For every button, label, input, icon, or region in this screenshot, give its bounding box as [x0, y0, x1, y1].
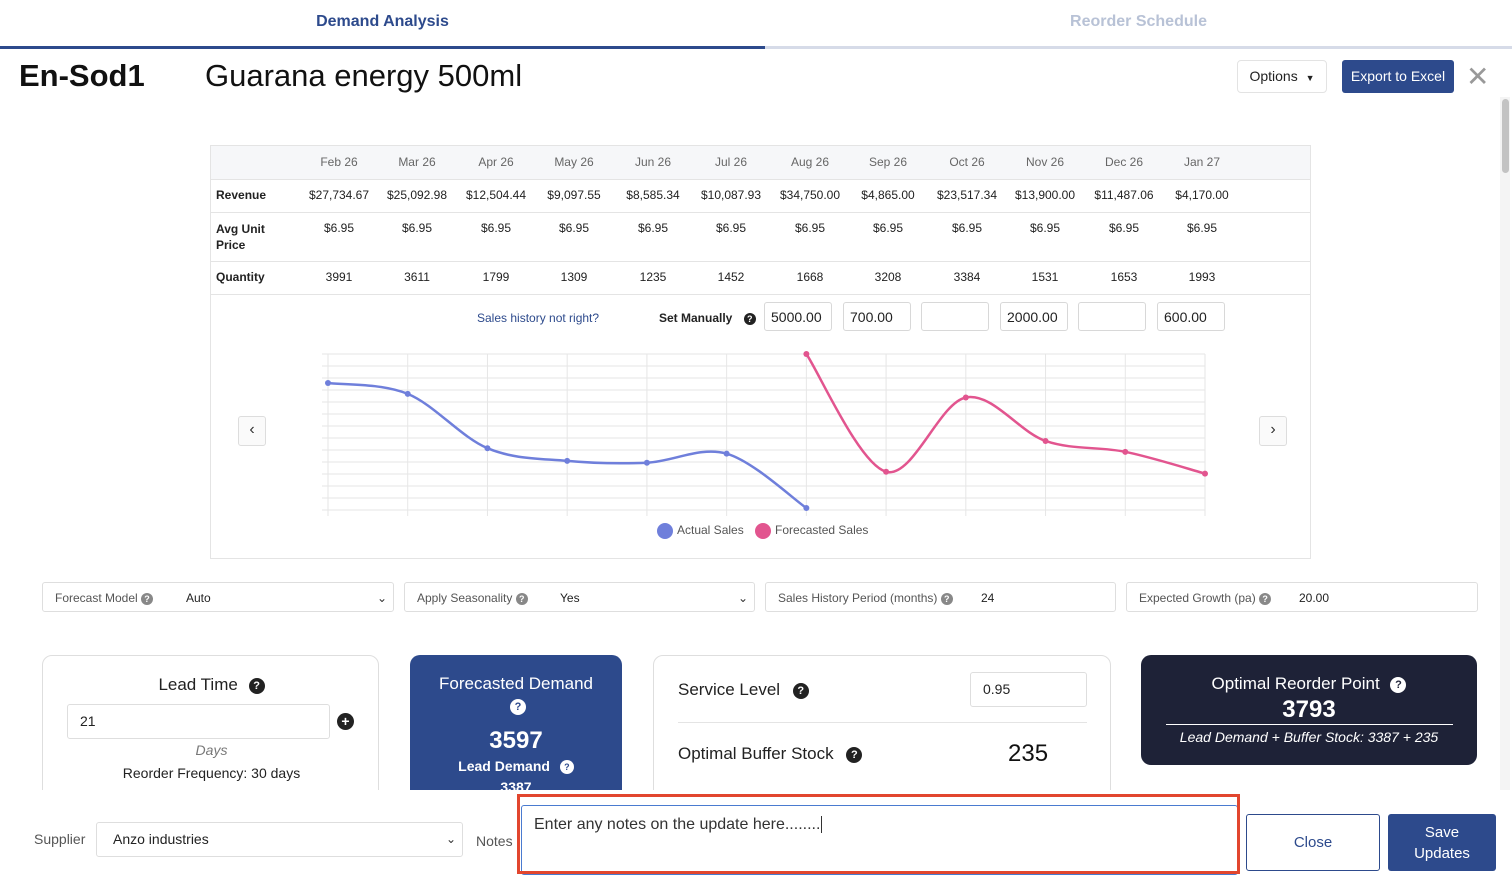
actual-sales-point	[803, 505, 810, 511]
forecasted-sales-point	[1042, 437, 1049, 444]
chart-grid	[322, 353, 1206, 516]
actual-sales-point	[404, 390, 411, 397]
save-updates-button[interactable]: Save Updates	[1388, 814, 1496, 871]
supplier-select[interactable]: Anzo industries ⌄	[96, 822, 463, 857]
chevron-down-icon: ⌄	[376, 591, 387, 605]
forecasted-sales-point	[883, 468, 890, 475]
demand-chart	[322, 351, 1208, 516]
legend-actual-label: Actual Sales	[677, 523, 744, 538]
highlight-box	[517, 794, 1240, 874]
buffer-stock-label: Optimal Buffer Stock ?	[678, 744, 863, 764]
chevron-down-icon: ⌄	[737, 591, 748, 605]
help-icon[interactable]: ?	[846, 746, 863, 763]
expected-growth-label: Expected Growth (pa) ?	[1139, 583, 1272, 613]
actual-sales-point	[484, 445, 491, 452]
add-icon[interactable]: +	[337, 713, 354, 730]
help-icon[interactable]: ?	[792, 682, 809, 699]
sales-history-period-field[interactable]: Sales History Period (months) ? 24	[765, 582, 1116, 612]
buffer-stock-value: 235	[1008, 740, 1049, 767]
lead-time-unit: Days	[195, 742, 228, 758]
legend-forecast-dot	[755, 523, 772, 539]
help-icon[interactable]: ?	[559, 760, 574, 775]
reorder-point-value: 3793	[1282, 696, 1336, 723]
sales-history-period-value: 24	[981, 591, 995, 605]
forecast-model-label: Forecast Model ?	[55, 583, 154, 613]
chart-legend: Actual Sales Forecasted Sales	[657, 523, 868, 539]
legend-forecast-label: Forecasted Sales	[775, 523, 869, 538]
reorder-point-formula: Lead Demand + Buffer Stock: 3387 + 235	[1179, 729, 1439, 745]
help-icon[interactable]: ?	[940, 592, 953, 605]
service-level-label: Service Level ?	[678, 680, 809, 700]
reorder-frequency: Reorder Frequency: 30 days	[122, 765, 301, 781]
optimal-reorder-point-card: Optimal Reorder Point ? 3793 Lead Demand…	[1141, 655, 1477, 765]
apply-seasonality-value: Yes	[560, 591, 580, 605]
reorder-point-title: Optimal Reorder Point ?	[1141, 674, 1477, 694]
actual-sales-point	[325, 379, 331, 386]
help-icon[interactable]: ?	[510, 698, 526, 716]
forecasted-demand-value: 3597	[489, 727, 543, 754]
forecasted-sales-point	[803, 351, 810, 357]
apply-seasonality-label: Apply Seasonality ?	[417, 583, 528, 613]
save-updates-label: Save Updates	[1414, 824, 1470, 862]
actual-sales-point	[564, 457, 571, 464]
divider	[1166, 724, 1453, 725]
forecast-model-select[interactable]: Forecast Model ? Auto ⌄	[42, 582, 394, 612]
supplier-value: Anzo industries	[113, 831, 209, 847]
service-level-input[interactable]: 0.95	[970, 672, 1087, 707]
notes-label: Notes	[476, 833, 513, 849]
help-icon[interactable]: ?	[1259, 592, 1272, 605]
help-icon[interactable]: ?	[1390, 676, 1407, 693]
expected-growth-field[interactable]: Expected Growth (pa) ? 20.00	[1126, 582, 1478, 612]
chevron-down-icon: ⌄	[445, 832, 456, 846]
forecasted-demand-title: Forecasted Demand	[438, 674, 594, 693]
forecasted-sales-point	[1122, 448, 1129, 455]
forecasted-sales-point	[962, 394, 969, 401]
divider	[678, 722, 1087, 723]
help-icon[interactable]: ?	[515, 592, 528, 605]
expected-growth-value: 20.00	[1299, 591, 1330, 605]
help-icon[interactable]: ?	[141, 592, 154, 605]
help-icon[interactable]: ?	[248, 677, 265, 694]
lead-time-input[interactable]: 21	[67, 704, 330, 739]
apply-seasonality-select[interactable]: Apply Seasonality ? Yes ⌄	[404, 582, 755, 612]
actual-sales-point	[723, 450, 730, 457]
sales-history-period-label: Sales History Period (months) ?	[778, 583, 953, 613]
forecast-model-value: Auto	[186, 591, 211, 605]
legend-actual-dot	[657, 523, 673, 539]
lead-time-title: Lead Time ?	[43, 675, 380, 695]
forecasted-sales-point	[1202, 470, 1208, 477]
supplier-label: Supplier	[34, 831, 86, 847]
lead-demand-label: Lead Demand ?	[410, 758, 622, 775]
close-button[interactable]: Close	[1246, 814, 1380, 871]
chart-series	[325, 351, 1208, 511]
actual-sales-point	[643, 459, 650, 466]
